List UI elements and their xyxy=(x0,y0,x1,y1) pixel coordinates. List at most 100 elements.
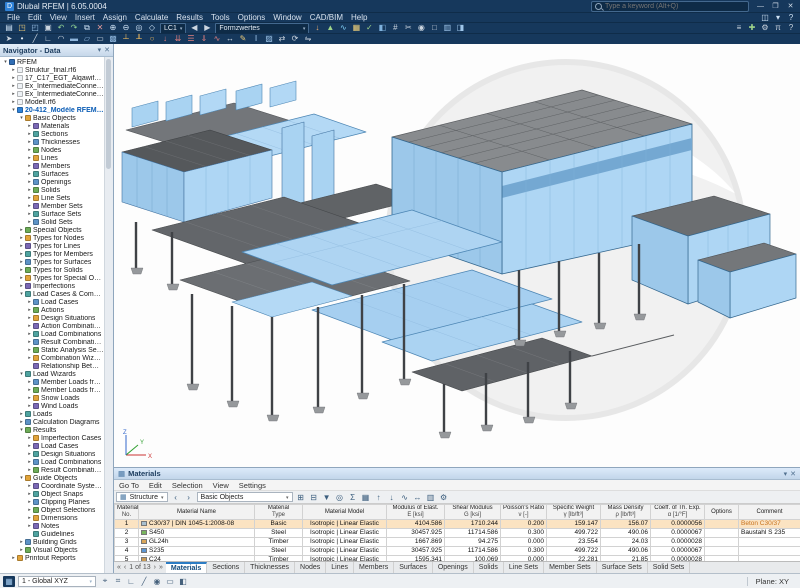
tab-lines[interactable]: Lines xyxy=(326,562,354,573)
tree-item-combination-wizards[interactable]: ▸Combination Wizards xyxy=(0,354,104,362)
minimize-button[interactable]: — xyxy=(753,1,768,12)
cell-rho[interactable]: 490.06 xyxy=(601,529,651,538)
tree-item-types-for-special-objects[interactable]: ▸Types for Special Objects xyxy=(0,274,104,282)
tree-expand-icon[interactable]: ▸ xyxy=(26,163,33,169)
open-model-icon[interactable]: ◳ xyxy=(16,23,28,33)
tree-item-ex-intermediateconnectionpiece-s[interactable]: ▸Ex_IntermediateConnectionPiece Steel/Jo… xyxy=(0,90,104,98)
tree-item-relationship-between-load-cases[interactable]: Relationship Between Load Cases xyxy=(0,362,104,370)
move-icon[interactable]: ⇄ xyxy=(276,34,288,44)
maximize-button[interactable]: ❐ xyxy=(768,1,783,12)
ortho-icon[interactable]: ∟ xyxy=(125,576,137,587)
cell-type[interactable]: Steel xyxy=(255,529,303,538)
tree-expand-icon[interactable]: ▸ xyxy=(26,299,33,305)
table-settings-icon[interactable]: ⚙ xyxy=(438,492,450,503)
load-case-combo[interactable]: LC1 xyxy=(160,23,186,34)
menu-options[interactable]: Options xyxy=(234,13,270,22)
tree-expand-icon[interactable]: ▸ xyxy=(10,83,17,89)
hinge-icon[interactable]: ○ xyxy=(146,34,158,44)
export-icon[interactable]: ↑ xyxy=(373,492,385,503)
tree-expand-icon[interactable]: ▸ xyxy=(26,171,33,177)
cell-alpha[interactable]: 0.0000067 xyxy=(651,529,705,538)
member-load-icon[interactable]: ⇊ xyxy=(172,34,184,44)
column-header-comment[interactable]: Comment xyxy=(739,505,800,520)
tree-item-nodes[interactable]: ▸Nodes xyxy=(0,146,104,154)
tree-expand-icon[interactable]: ▸ xyxy=(26,195,33,201)
units-icon[interactable]: π xyxy=(772,23,784,33)
tree-item-snow-loads[interactable]: ▸Snow Loads xyxy=(0,394,104,402)
tree-expand-icon[interactable]: ▸ xyxy=(26,139,33,145)
tree-item-types-for-surfaces[interactable]: ▸Types for Surfaces xyxy=(0,258,104,266)
cell-no[interactable]: 1 xyxy=(115,520,139,529)
table-group-combo[interactable]: ▦ Structure xyxy=(116,492,168,502)
materials-menu-selection[interactable]: Selection xyxy=(167,481,208,490)
material-row-4[interactable]: 4S235SteelIsotropic | Linear Elastic3045… xyxy=(115,547,800,556)
tree-item-surfaces[interactable]: ▸Surfaces xyxy=(0,170,104,178)
tree-item-surface-sets[interactable]: ▸Surface Sets xyxy=(0,210,104,218)
cell-E[interactable]: 30457.925 xyxy=(387,547,445,556)
tree-expand-icon[interactable]: ▸ xyxy=(26,187,33,193)
tree-item-notes[interactable]: ▸Notes xyxy=(0,522,104,530)
menu-results[interactable]: Results xyxy=(172,13,207,22)
tab-line-sets[interactable]: Line Sets xyxy=(504,562,544,573)
cell-type[interactable]: Basic xyxy=(255,520,303,529)
tree-expand-icon[interactable]: ▸ xyxy=(26,219,33,225)
tree-expand-icon[interactable]: ▸ xyxy=(26,123,33,129)
tree-item-object-snaps[interactable]: ▸Object Snaps xyxy=(0,490,104,498)
previous-table-icon[interactable]: ‹ xyxy=(170,492,182,503)
cell-alpha[interactable]: 0.0000056 xyxy=(651,520,705,529)
tree-expand-icon[interactable]: ▸ xyxy=(26,523,33,529)
tab-nodes[interactable]: Nodes xyxy=(295,562,326,573)
tables-icon[interactable]: ▥ xyxy=(441,23,453,33)
quick-help-icon[interactable]: ? xyxy=(785,23,797,33)
tree-collapse-icon[interactable]: ▾ xyxy=(18,115,25,121)
cell-E[interactable]: 1667.869 xyxy=(387,538,445,547)
tree-item-load-combinations[interactable]: ▸Load Combinations xyxy=(0,458,104,466)
cell-options[interactable] xyxy=(705,547,739,556)
cell-gamma[interactable]: 159.147 xyxy=(547,520,601,529)
tree-expand-icon[interactable]: ▸ xyxy=(26,355,33,361)
clipping-icon[interactable]: ✂ xyxy=(402,23,414,33)
tree-item-result-combinations[interactable]: ▸Result Combinations xyxy=(0,338,104,346)
tree-item-rfem[interactable]: ▾RFEM xyxy=(0,58,104,66)
select-arrow-icon[interactable]: ➤ xyxy=(3,34,15,44)
tree-item-openings[interactable]: ▸Openings xyxy=(0,178,104,186)
numbering-icon[interactable]: # xyxy=(389,23,401,33)
cell-model[interactable]: Isotropic | Linear Elastic xyxy=(303,520,387,529)
tree-expand-icon[interactable]: ▸ xyxy=(18,275,25,281)
tree-item-17-c17-egt-alqawifa-holzbau-mode[interactable]: ▸17_C17_EGT_Alqawifa_HolzBau-Modell.rf6 xyxy=(0,74,104,82)
cell-model[interactable]: Isotropic | Linear Elastic xyxy=(303,538,387,547)
delete-icon[interactable]: ✕ xyxy=(94,23,106,33)
search-table-icon[interactable]: ◎ xyxy=(334,492,346,503)
zoom-in-icon[interactable]: ⊕ xyxy=(107,23,119,33)
menu-view[interactable]: View xyxy=(46,13,71,22)
zoom-all-icon[interactable]: ◎ xyxy=(133,23,145,33)
tree-item-types-for-solids[interactable]: ▸Types for Solids xyxy=(0,266,104,274)
column-header-name[interactable]: Material Name xyxy=(139,505,255,520)
opening-tool-icon[interactable]: ▭ xyxy=(94,34,106,44)
line-support-icon[interactable]: ╨ xyxy=(133,34,145,44)
grid-icon[interactable]: ⌗ xyxy=(112,576,124,587)
tree-expand-icon[interactable]: ▸ xyxy=(26,467,33,473)
tree-item-types-for-members[interactable]: ▸Types for Members xyxy=(0,250,104,258)
tree-item-modell-rf6[interactable]: ▸Modell.rf6 xyxy=(0,98,104,106)
tree-expand-icon[interactable]: ▸ xyxy=(18,227,25,233)
import-icon[interactable]: ↓ xyxy=(386,492,398,503)
pin-icon[interactable]: ▾ xyxy=(784,470,788,478)
zoom-out-icon[interactable]: ⊖ xyxy=(120,23,132,33)
cell-comment[interactable] xyxy=(739,538,800,547)
filter-icon[interactable]: ▼ xyxy=(321,492,333,503)
tree-item-basic-objects[interactable]: ▾Basic Objects xyxy=(0,114,104,122)
check-model-icon[interactable]: ✓ xyxy=(363,23,375,33)
tree-expand-icon[interactable]: ▸ xyxy=(10,555,17,561)
tree-expand-icon[interactable]: ▸ xyxy=(26,203,33,209)
next-table-icon[interactable]: › xyxy=(154,564,156,571)
undo-icon[interactable]: ↶ xyxy=(55,23,67,33)
member-tool-icon[interactable]: ▬ xyxy=(68,34,80,44)
tree-expand-icon[interactable]: ▸ xyxy=(10,75,17,81)
new-model-icon[interactable]: ▤ xyxy=(3,23,15,33)
tree-collapse-icon[interactable]: ▾ xyxy=(18,475,25,481)
tree-expand-icon[interactable]: ▸ xyxy=(26,451,33,457)
cell-name[interactable]: S235 xyxy=(139,547,255,556)
tree-expand-icon[interactable]: ▸ xyxy=(18,419,25,425)
tab-sections[interactable]: Sections xyxy=(207,562,245,573)
